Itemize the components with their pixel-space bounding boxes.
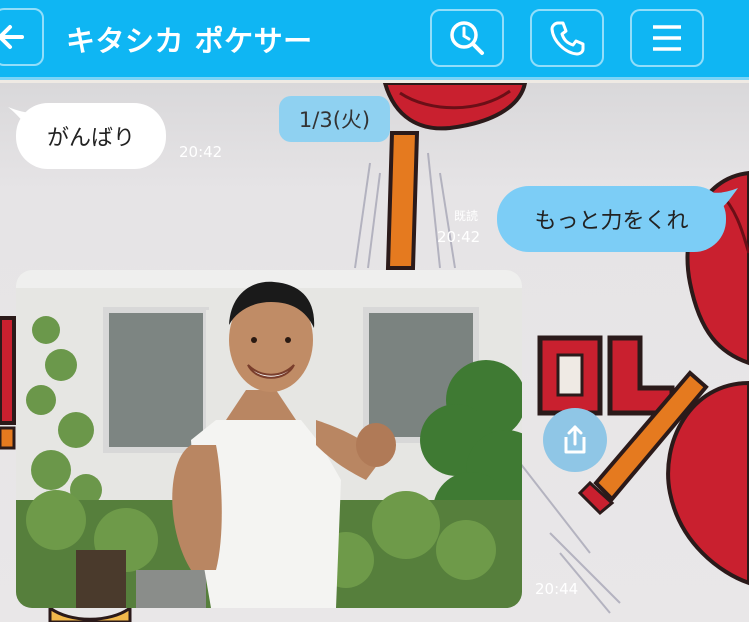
share-icon — [564, 425, 586, 454]
photo-image — [16, 270, 522, 608]
back-button[interactable] — [0, 8, 44, 66]
menu-icon — [653, 25, 681, 51]
search-icon — [450, 21, 484, 55]
photo-message[interactable] — [16, 270, 522, 608]
chat-area[interactable]: 1/3(火) がんばり 20:42 既読 20:42 もっと力をくれ 20:44 — [0, 83, 749, 622]
chat-header: キタシカ ポケサー — [0, 0, 749, 80]
message-bubble-incoming[interactable]: がんばり — [16, 103, 166, 169]
share-button[interactable] — [543, 408, 607, 472]
read-receipt: 既読 — [454, 209, 479, 223]
back-arrow-icon — [0, 25, 24, 49]
menu-button[interactable] — [630, 9, 704, 67]
call-button[interactable] — [530, 9, 604, 67]
phone-icon — [550, 21, 585, 56]
chat-title: キタシカ ポケサー — [66, 24, 313, 58]
message-time: 20:42 — [437, 228, 481, 246]
message-time: 20:44 — [535, 580, 579, 598]
search-button[interactable] — [430, 9, 504, 67]
date-label: 1/3(火) — [279, 96, 390, 142]
message-bubble-outgoing[interactable]: もっと力をくれ — [497, 186, 726, 252]
message-time: 20:42 — [179, 143, 223, 161]
